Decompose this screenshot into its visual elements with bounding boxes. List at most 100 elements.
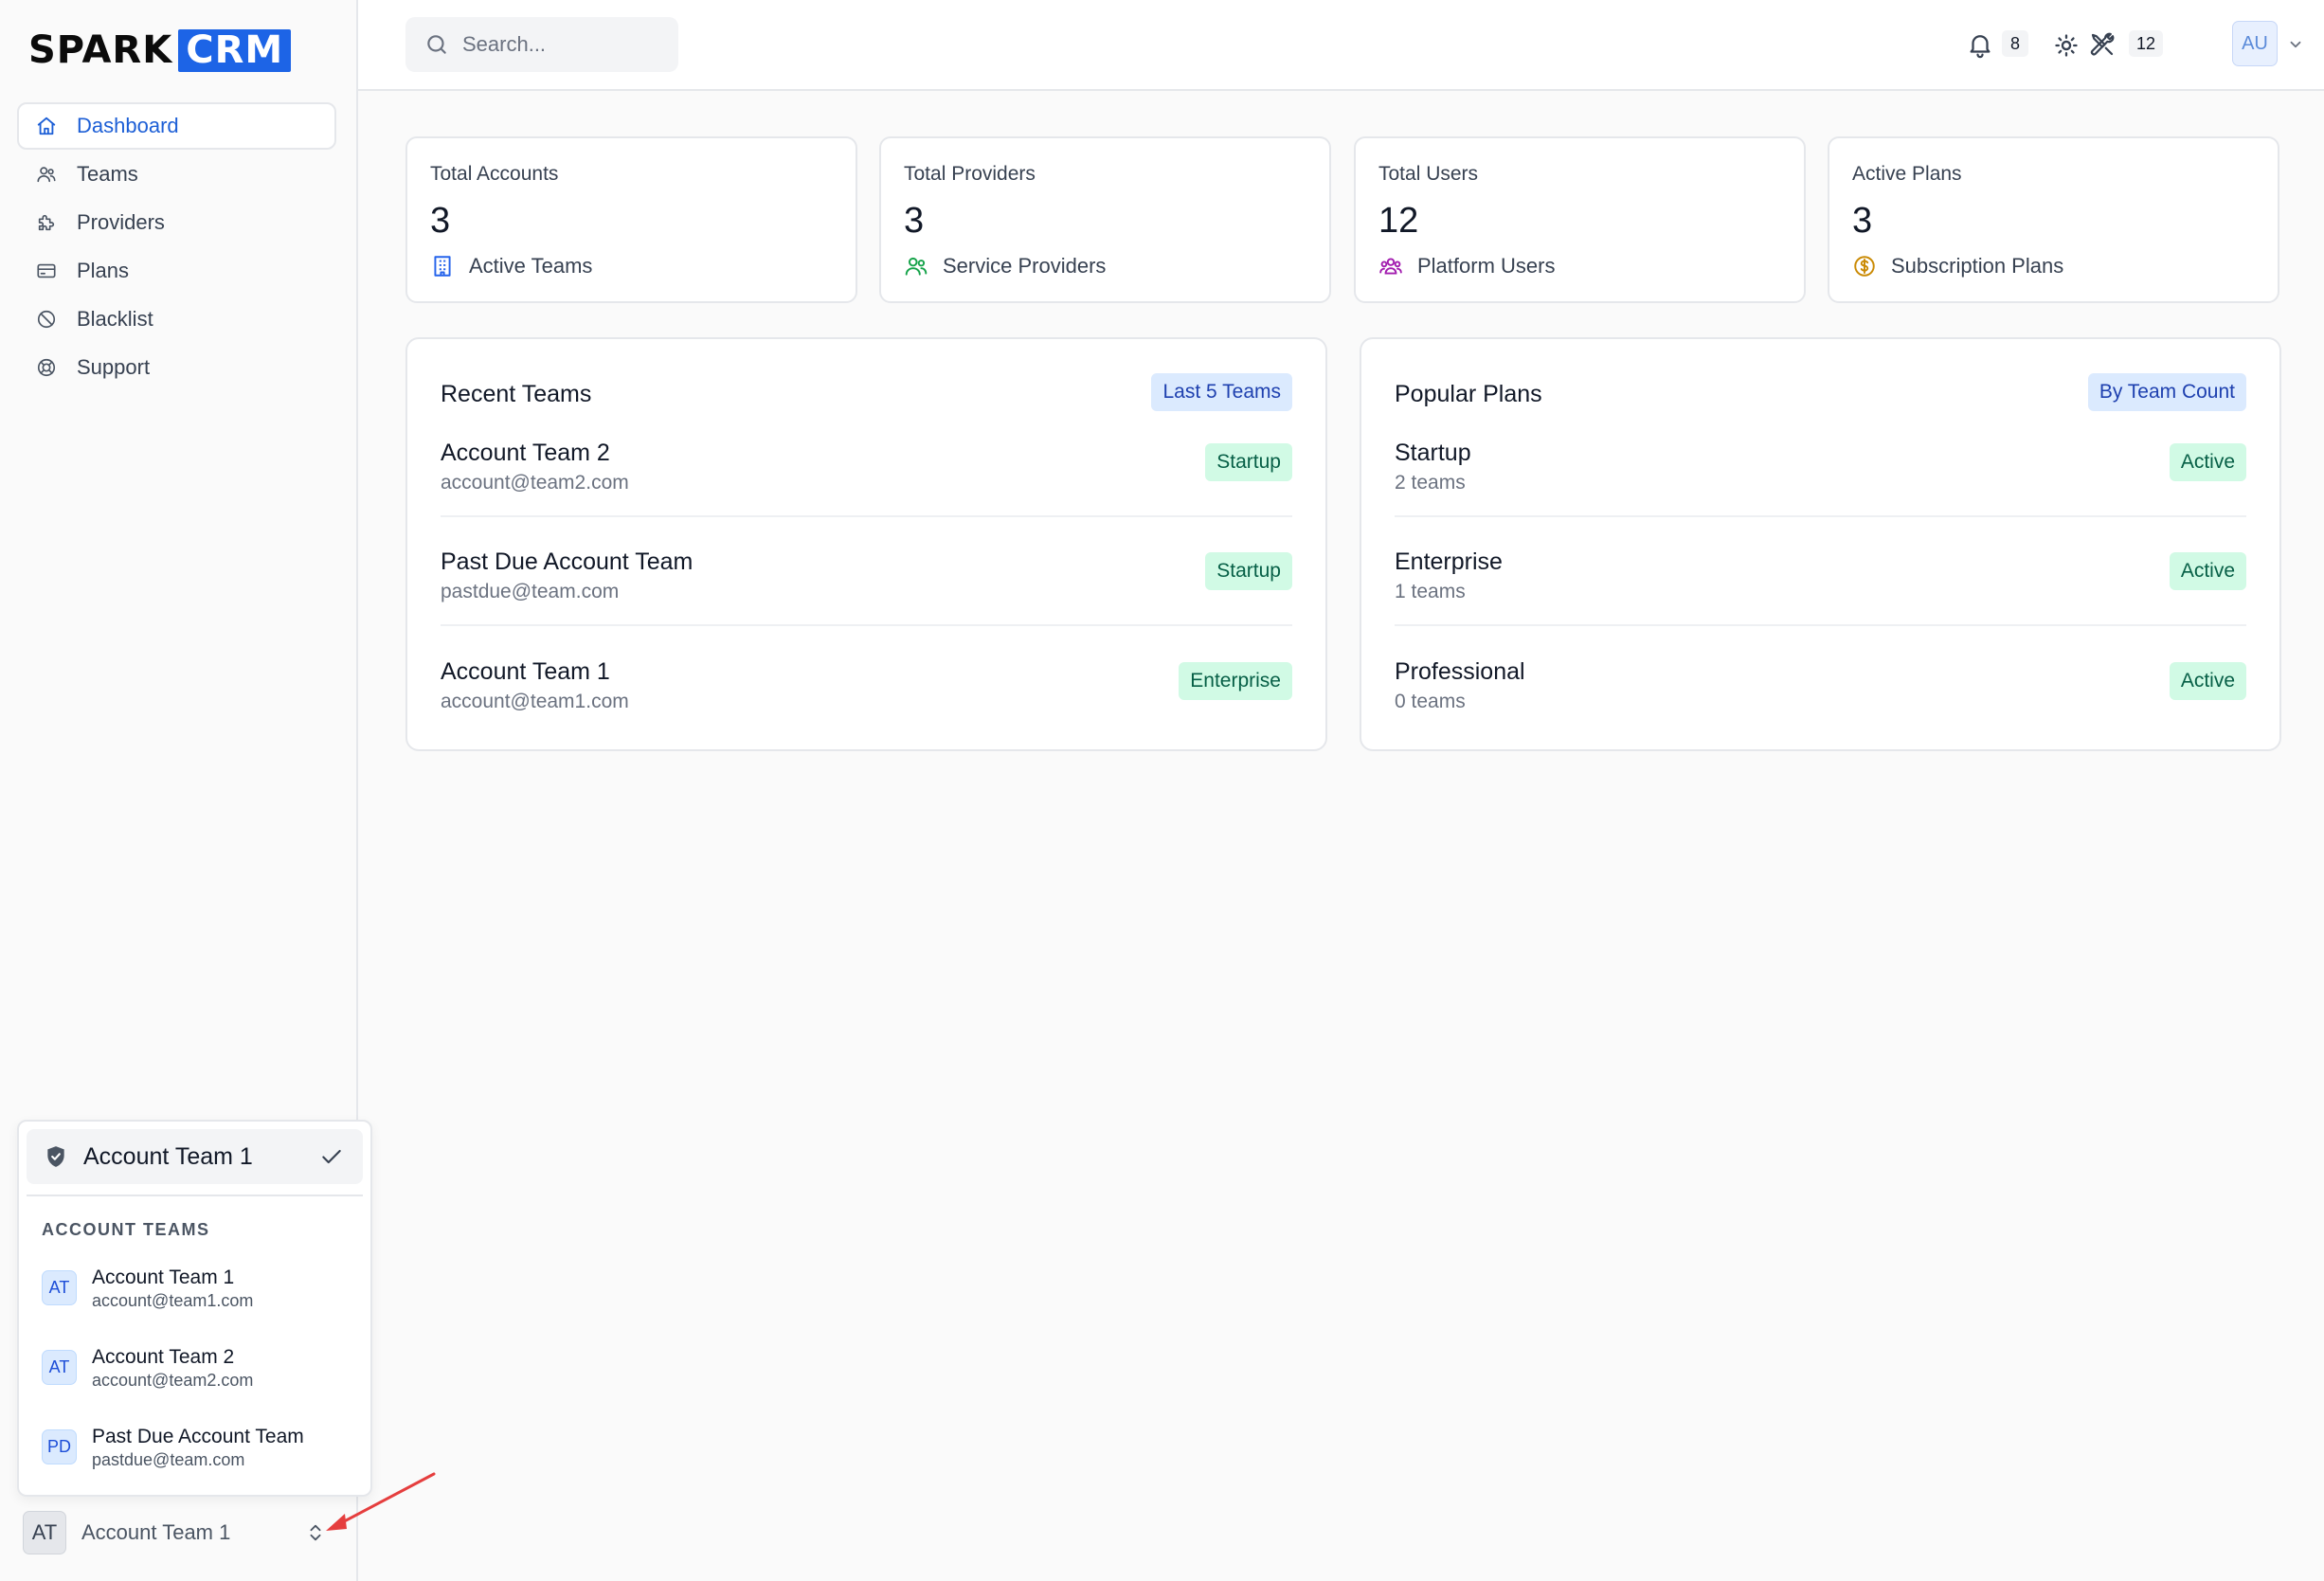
- check-icon: [322, 1149, 341, 1164]
- stat-card-total-providers: Total Providers 3 Service Providers: [879, 136, 1331, 303]
- current-team-option[interactable]: Account Team 1: [27, 1129, 363, 1184]
- stat-value: 3: [1852, 201, 1873, 241]
- team-option-name: Past Due Account Team: [92, 1425, 304, 1447]
- team-menu-heading: ACCOUNT TEAMS: [42, 1220, 210, 1239]
- plan-badge: Startup: [1205, 443, 1292, 481]
- ban-icon: [37, 310, 56, 329]
- plan-badge: Enterprise: [1179, 662, 1292, 700]
- sidebar-item-providers[interactable]: Providers: [17, 199, 336, 246]
- current-team-name: Account Team 1: [83, 1142, 253, 1170]
- stat-subtitle: Subscription Plans: [1852, 254, 2063, 278]
- status-badge: Active: [2169, 443, 2246, 481]
- item-subtitle: 1 teams: [1395, 581, 1466, 602]
- search-icon: [427, 35, 446, 54]
- tools-icon[interactable]: [2088, 30, 2117, 59]
- user-avatar[interactable]: AU: [2232, 21, 2278, 66]
- team-initials-badge: AT: [42, 1269, 77, 1305]
- recent-teams-panel: Recent Teams Last 5 Teams Account Team 2…: [405, 337, 1327, 751]
- list-item[interactable]: Professional 0 teams Active: [1395, 658, 2246, 768]
- stat-value: 12: [1378, 201, 1419, 241]
- lifebuoy-icon: [37, 358, 56, 377]
- list-item[interactable]: Account Team 2 account@team2.com Startup: [441, 440, 1292, 549]
- chevron-down-icon[interactable]: [2287, 36, 2304, 53]
- annotation-arrow-icon: [326, 1472, 436, 1531]
- sidebar-item-plans[interactable]: Plans: [17, 247, 336, 295]
- home-icon: [37, 117, 56, 135]
- sidebar-item-label: Support: [77, 355, 151, 379]
- stat-subtitle: Platform Users: [1378, 254, 1555, 278]
- status-badge: Active: [2169, 552, 2246, 590]
- search-box[interactable]: [405, 17, 678, 72]
- row-divider: [1395, 624, 2246, 626]
- status-badge: Active: [2169, 662, 2246, 700]
- stat-subtitle-text: Subscription Plans: [1891, 254, 2064, 278]
- bell-icon[interactable]: [1966, 30, 1994, 59]
- logo[interactable]: SPARK CRM: [28, 28, 292, 72]
- sidebar-item-teams[interactable]: Teams: [17, 151, 336, 198]
- notifications-count-badge: 8: [2002, 30, 2028, 57]
- panel-title: Popular Plans: [1395, 381, 1542, 407]
- stat-subtitle: Service Providers: [904, 254, 1106, 278]
- row-divider: [441, 515, 1292, 517]
- item-name: Account Team 1: [441, 658, 610, 685]
- team-option-email: pastdue@team.com: [92, 1449, 245, 1469]
- team-option-past-due-account-team[interactable]: PD Past Due Account Team pastdue@team.co…: [42, 1418, 359, 1475]
- tools-count-badge: 12: [2128, 30, 2163, 57]
- sidebar-item-label: Blacklist: [77, 307, 153, 331]
- item-name: Startup: [1395, 440, 1471, 466]
- topbar: 8 12 AU: [358, 0, 2324, 91]
- shield-check-icon: [47, 1146, 64, 1167]
- sidebar-item-support[interactable]: Support: [17, 344, 336, 391]
- list-item[interactable]: Account Team 1 account@team1.com Enterpr…: [441, 658, 1292, 768]
- item-subtitle: 2 teams: [1395, 472, 1466, 494]
- logo-crm-text: CRM: [178, 28, 292, 72]
- stat-title: Total Providers: [904, 163, 1036, 185]
- item-name: Enterprise: [1395, 548, 1503, 575]
- theme-toggle-sun-icon[interactable]: [2053, 32, 2080, 59]
- team-switcher-avatar: AT: [23, 1511, 66, 1554]
- credit-card-icon: [37, 263, 56, 278]
- stat-card-total-users: Total Users 12 Platform Users: [1354, 136, 1806, 303]
- user-group-icon: [1379, 258, 1402, 275]
- stat-card-active-plans: Active Plans 3 Subscription Plans: [1828, 136, 2279, 303]
- building-icon: [434, 256, 451, 277]
- dollar-icon: [1854, 256, 1875, 277]
- team-switcher-button[interactable]: AT Account Team 1: [23, 1510, 326, 1555]
- panel-tag: By Team Count: [2087, 373, 2246, 411]
- search-input[interactable]: [462, 32, 671, 57]
- stat-title: Total Accounts: [430, 163, 559, 185]
- stat-subtitle-text: Active Teams: [469, 254, 593, 278]
- team-initials-badge: AT: [42, 1349, 77, 1385]
- stat-title: Active Plans: [1852, 163, 1962, 185]
- team-option-email: account@team2.com: [92, 1370, 254, 1390]
- users-icon: [37, 167, 56, 183]
- team-option-account-team-1[interactable]: AT Account Team 1 account@team1.com: [42, 1259, 359, 1316]
- list-item[interactable]: Past Due Account Team pastdue@team.com S…: [441, 548, 1292, 658]
- item-subtitle: pastdue@team.com: [441, 581, 620, 602]
- team-option-name: Account Team 1: [92, 1266, 235, 1288]
- menu-divider: [27, 1195, 363, 1196]
- team-initials-badge: PD: [42, 1428, 77, 1464]
- item-subtitle: account@team2.com: [441, 472, 629, 494]
- stat-value: 3: [430, 201, 451, 241]
- list-item[interactable]: Enterprise 1 teams Active: [1395, 548, 2246, 658]
- team-switcher-label: Account Team 1: [81, 1520, 231, 1544]
- stat-title: Total Users: [1378, 163, 1479, 185]
- sidebar-item-blacklist[interactable]: Blacklist: [17, 296, 336, 343]
- sidebar-item-label: Dashboard: [77, 114, 179, 137]
- sidebar-item-label: Plans: [77, 259, 130, 282]
- team-switcher-menu: Account Team 1 ACCOUNT TEAMS AT Account …: [17, 1120, 372, 1497]
- stat-subtitle: Active Teams: [430, 254, 592, 278]
- row-divider: [441, 624, 1292, 626]
- sidebar-item-label: Providers: [77, 210, 165, 234]
- item-subtitle: account@team1.com: [441, 691, 629, 712]
- popular-plans-panel: Popular Plans By Team Count Startup 2 te…: [1360, 337, 2281, 751]
- item-subtitle: 0 teams: [1395, 691, 1466, 712]
- puzzle-icon: [38, 214, 55, 231]
- sidebar-item-dashboard[interactable]: Dashboard: [17, 102, 336, 150]
- list-item[interactable]: Startup 2 teams Active: [1395, 440, 2246, 549]
- team-option-account-team-2[interactable]: AT Account Team 2 account@team2.com: [42, 1338, 359, 1395]
- stat-subtitle-text: Service Providers: [943, 254, 1107, 278]
- sidebar-item-label: Teams: [77, 162, 138, 186]
- item-name: Past Due Account Team: [441, 548, 694, 575]
